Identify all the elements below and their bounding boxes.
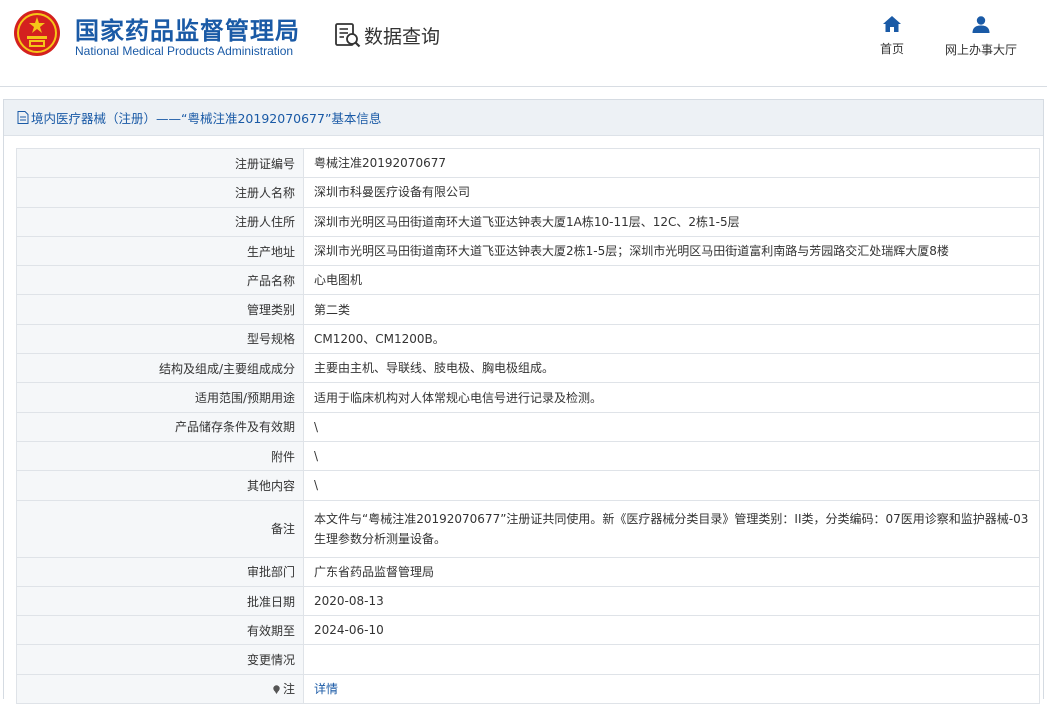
row-value: CM1200、CM1200B。 xyxy=(303,323,1040,355)
national-emblem-icon xyxy=(14,10,60,56)
row-label: 附件 xyxy=(16,440,304,472)
row-value: 2024-06-10 xyxy=(303,615,1040,646)
row-value xyxy=(303,644,1040,675)
row-label: 注册人名称 xyxy=(16,177,304,208)
row-label: 变更情况 xyxy=(16,644,304,675)
table-row: 注册证编号 粤械注准20192070677 xyxy=(16,147,1040,179)
table-row: 注 详情 xyxy=(16,673,1040,704)
row-value: 粤械注准20192070677 xyxy=(303,147,1040,179)
row-label: 审批部门 xyxy=(16,556,304,587)
row-label: 型号规格 xyxy=(16,323,304,355)
panel-title: 境内医疗器械（注册）——“粤械注准20192070677”基本信息 xyxy=(31,111,382,126)
table-row: 附件 \ xyxy=(16,440,1040,472)
table-row: 生产地址 深圳市光明区马田街道南环大道飞亚达钟表大厦2栋1-5层；深圳市光明区马田… xyxy=(16,235,1040,267)
row-value: 广东省药品监督管理局 xyxy=(303,556,1040,587)
row-value: 主要由主机、导联线、肢电极、胸电极组成。 xyxy=(303,353,1040,384)
document-icon xyxy=(17,111,29,124)
row-label: 备注 xyxy=(16,499,304,558)
row-label: 产品储存条件及有效期 xyxy=(16,411,304,442)
table-row: 审批部门 广东省药品监督管理局 xyxy=(16,556,1040,587)
record-panel: 境内医疗器械（注册）——“粤械注准20192070677”基本信息 注册证编号粤… xyxy=(3,99,1044,704)
table-row: 管理类别 第二类 xyxy=(16,294,1040,325)
row-value: 2020-08-13 xyxy=(303,585,1040,617)
row-value: 心电图机 xyxy=(303,265,1040,296)
panel-title-bar: 境内医疗器械（注册）——“粤械注准20192070677”基本信息 xyxy=(4,100,1043,136)
row-label: 有效期至 xyxy=(16,615,304,646)
row-value: \ xyxy=(303,411,1040,442)
row-label: 批准日期 xyxy=(16,585,304,617)
row-value: 深圳市光明区马田街道南环大道飞亚达钟表大厦1A栋10-11层、12C、2栋1-5… xyxy=(303,206,1040,237)
table-row: 产品名称 心电图机 xyxy=(16,265,1040,296)
home-icon xyxy=(883,16,901,32)
table-row: 有效期至 2024-06-10 xyxy=(16,615,1040,646)
row-value: 深圳市光明区马田街道南环大道飞亚达钟表大厦2栋1-5层；深圳市光明区马田街道富利… xyxy=(303,235,1040,267)
table-row: 批准日期 2020-08-13 xyxy=(16,585,1040,617)
site-title-cn: 国家药品监督管理局 xyxy=(75,17,300,45)
table-row: 结构及组成/主要组成成分 主要由主机、导联线、肢电极、胸电极组成。 xyxy=(16,353,1040,384)
row-label: 注册人住所 xyxy=(16,206,304,237)
record-detail-table: 注册证编号 粤械注准20192070677 注册人名称 深圳市科曼医疗设备有限公司 … xyxy=(16,147,1040,704)
site-header: 国家药品监督管理局 National Medical Products Admi… xyxy=(0,0,1047,87)
row-label: 适用范围/预期用途 xyxy=(16,382,304,413)
table-row: 备注 本文件与“粤械注准20192070677”注册证共同使用。新《医疗器械分类目… xyxy=(16,499,1040,558)
note-value-cell: 详情 xyxy=(303,673,1040,704)
row-value: \ xyxy=(303,470,1040,501)
nav-online-hall-label: 网上办事大厅 xyxy=(944,43,1017,57)
data-query-text: 数据查询 xyxy=(364,25,441,48)
row-label: 结构及组成/主要组成成分 xyxy=(16,353,304,384)
row-label: 注册证编号 xyxy=(16,147,304,179)
row-value: \ xyxy=(303,440,1040,472)
row-label: 其他内容 xyxy=(16,470,304,501)
note-label: 注 xyxy=(282,682,295,697)
pin-dot-icon xyxy=(273,685,280,695)
table-row: 型号规格 CM1200、CM1200B。 xyxy=(16,323,1040,355)
row-label: 产品名称 xyxy=(16,265,304,296)
user-icon xyxy=(972,16,990,33)
row-label: 生产地址 xyxy=(16,235,304,267)
row-value: 适用于临床机构对人体常规心电信号进行记录及检测。 xyxy=(303,382,1040,413)
nav-online-hall[interactable]: 网上办事大厅 xyxy=(926,16,1036,58)
table-row: 注册人住所 深圳市光明区马田街道南环大道飞亚达钟表大厦1A栋10-11层、12C、… xyxy=(16,206,1040,237)
table-row: 变更情况 xyxy=(16,644,1040,675)
table-row: 产品储存条件及有效期 \ xyxy=(16,411,1040,442)
row-value: 本文件与“粤械注准20192070677”注册证共同使用。新《医疗器械分类目录》… xyxy=(303,499,1040,558)
site-title-en: National Medical Products Administration xyxy=(75,44,294,58)
table-row: 注册人名称 深圳市科曼医疗设备有限公司 xyxy=(16,177,1040,208)
table-row: 其他内容 \ xyxy=(16,470,1040,501)
table-row: 适用范围/预期用途 适用于临床机构对人体常规心电信号进行记录及检测。 xyxy=(16,382,1040,413)
data-query-label: 数据查询 xyxy=(334,20,440,50)
row-label: 管理类别 xyxy=(16,294,304,325)
row-value: 深圳市科曼医疗设备有限公司 xyxy=(303,177,1040,208)
row-value: 第二类 xyxy=(303,294,1040,325)
note-label-cell: 注 xyxy=(16,673,304,704)
details-link[interactable]: 详情 xyxy=(314,682,338,696)
data-query-icon xyxy=(335,23,361,48)
